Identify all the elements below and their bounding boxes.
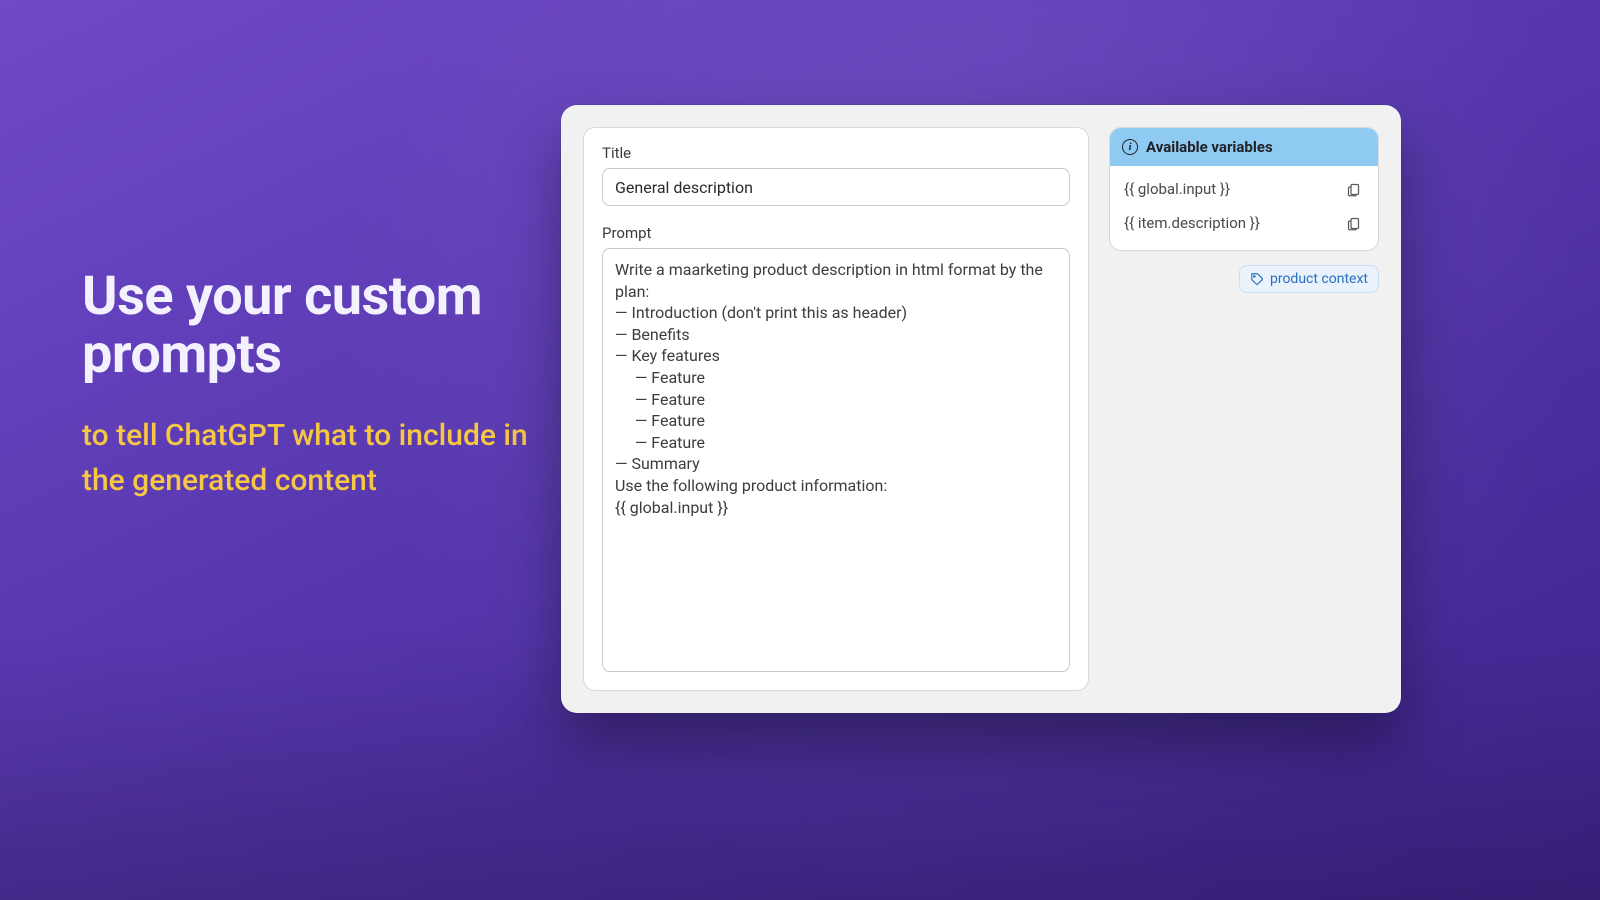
copy-variable-button[interactable]	[1342, 212, 1364, 234]
subhead: to tell ChatGPT what to include in the g…	[82, 413, 542, 503]
title-label: Title	[602, 144, 1070, 162]
prompt-label: Prompt	[602, 224, 1070, 242]
variables-list: {{ global.input }} {{ item.description }…	[1110, 166, 1378, 250]
prompt-textarea[interactable]	[602, 248, 1070, 672]
stage: Use your custom prompts to tell ChatGPT …	[0, 0, 1600, 900]
variable-token: {{ item.description }}	[1124, 214, 1260, 232]
variables-card: i Available variables {{ global.input }}…	[1109, 127, 1379, 251]
editor-card: Title Prompt	[583, 127, 1089, 691]
tag-row: product context	[1109, 265, 1379, 293]
variable-row: {{ item.description }}	[1114, 206, 1374, 240]
editor-panel: Title Prompt i Available variables {{ gl…	[561, 105, 1401, 713]
headline: Use your custom prompts	[82, 268, 542, 385]
title-input[interactable]	[602, 168, 1070, 206]
variable-token: {{ global.input }}	[1124, 180, 1230, 198]
variables-header-label: Available variables	[1146, 138, 1273, 156]
tag-icon	[1250, 272, 1264, 286]
marketing-copy: Use your custom prompts to tell ChatGPT …	[82, 268, 542, 503]
variables-header: i Available variables	[1110, 128, 1378, 166]
variable-row: {{ global.input }}	[1114, 172, 1374, 206]
product-context-tag[interactable]: product context	[1239, 265, 1379, 293]
clipboard-icon	[1346, 182, 1361, 197]
side-column: i Available variables {{ global.input }}…	[1109, 127, 1379, 691]
copy-variable-button[interactable]	[1342, 178, 1364, 200]
info-icon: i	[1122, 139, 1138, 155]
tag-label: product context	[1270, 271, 1368, 287]
clipboard-icon	[1346, 216, 1361, 231]
